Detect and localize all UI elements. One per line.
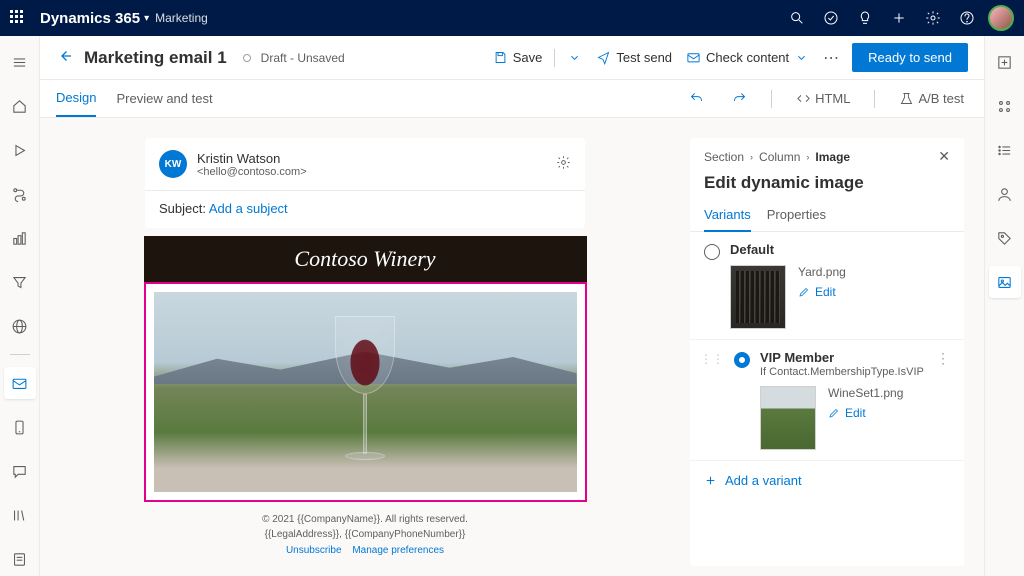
subject-row: Subject: Add a subject [145, 191, 585, 228]
email-logo-bar[interactable]: Contoso Winery [144, 236, 587, 282]
email-icon[interactable] [4, 367, 36, 399]
breadcrumb-section[interactable]: Section [704, 150, 744, 164]
radio-icon[interactable] [734, 352, 750, 368]
top-navigation-bar: Dynamics 365 ▾ Marketing [0, 0, 1024, 36]
subject-label: Subject: [159, 201, 206, 216]
edit-variant-link[interactable]: Edit [828, 406, 903, 420]
redo-icon[interactable] [728, 87, 751, 110]
variant-name: Default [730, 242, 950, 257]
sender-header: KW Kristin Watson <hello@contoso.com> [145, 138, 585, 191]
email-canvas[interactable]: KW Kristin Watson <hello@contoso.com> Su… [60, 138, 670, 566]
page-title: Marketing email 1 [84, 48, 227, 68]
email-footer: © 2021 {{CompanyName}}. All rights reser… [262, 512, 468, 542]
panel-title: Edit dynamic image [690, 167, 964, 201]
dynamic-image-block[interactable] [144, 282, 587, 502]
status-text: Draft - Unsaved [261, 51, 345, 65]
panel-tab-properties[interactable]: Properties [767, 201, 826, 231]
settings-gear-icon[interactable] [916, 0, 950, 36]
variant-thumbnail[interactable] [760, 386, 816, 450]
tag-icon[interactable] [989, 222, 1021, 254]
properties-panel: Section› Column› Image ✕ Edit dynamic im… [690, 138, 964, 566]
chat-icon[interactable] [4, 455, 36, 487]
chevron-down-icon[interactable]: ▾ [144, 13, 149, 24]
filter-icon[interactable] [4, 266, 36, 298]
check-content-button[interactable]: Check content [684, 46, 811, 69]
bulb-icon[interactable] [848, 0, 882, 36]
list-icon[interactable] [989, 134, 1021, 166]
radio-icon[interactable] [704, 244, 720, 260]
components-icon[interactable] [989, 90, 1021, 122]
variant-vip[interactable]: ⋮⋮ VIP Member If Contact.MembershipType.… [690, 340, 964, 461]
undo-icon[interactable] [685, 87, 708, 110]
add-icon[interactable] [882, 0, 916, 36]
variant-more-icon[interactable]: ⋮ [936, 350, 950, 367]
app-launcher-icon[interactable] [10, 10, 26, 26]
add-variant-button[interactable]: Add a variant [690, 461, 964, 500]
library-icon[interactable] [4, 499, 36, 531]
breadcrumb-column[interactable]: Column [759, 150, 800, 164]
variant-filename: Yard.png [798, 265, 846, 279]
ab-test-button[interactable]: A/B test [895, 87, 968, 110]
sender-settings-icon[interactable] [556, 155, 571, 173]
left-navigation-rail [0, 36, 40, 576]
back-arrow-icon[interactable] [56, 47, 74, 68]
more-button[interactable]: ⋯ [821, 44, 842, 72]
sender-avatar: KW [159, 150, 187, 178]
close-panel-icon[interactable]: ✕ [938, 148, 950, 165]
module-name[interactable]: Marketing [155, 11, 208, 25]
unsubscribe-link[interactable]: Unsubscribe [286, 545, 342, 556]
wine-glass-image [335, 316, 395, 486]
status-indicator-icon [243, 54, 251, 62]
task-icon[interactable] [814, 0, 848, 36]
tab-bar: Design Preview and test HTML A/B test [40, 80, 984, 118]
play-icon[interactable] [4, 134, 36, 166]
sender-name: Kristin Watson [197, 151, 307, 166]
variant-default[interactable]: Default Yard.png Edit [690, 232, 964, 340]
test-send-button[interactable]: Test send [594, 46, 674, 69]
command-bar: Marketing email 1 Draft - Unsaved Save T… [40, 36, 984, 80]
tab-design[interactable]: Design [56, 80, 96, 117]
variant-thumbnail[interactable] [730, 265, 786, 329]
variant-condition: If Contact.MembershipType.IsVIP [760, 366, 926, 378]
tab-preview[interactable]: Preview and test [116, 81, 212, 116]
search-icon[interactable] [780, 0, 814, 36]
analytics-icon[interactable] [4, 222, 36, 254]
ready-to-send-button[interactable]: Ready to send [852, 43, 968, 72]
right-rail [984, 36, 1024, 576]
product-brand[interactable]: Dynamics 365 [40, 10, 140, 27]
user-avatar[interactable] [988, 5, 1014, 31]
variant-name: VIP Member [760, 350, 926, 365]
save-button[interactable]: Save [491, 46, 545, 69]
save-chevron-button[interactable] [565, 46, 584, 69]
person-icon[interactable] [989, 178, 1021, 210]
html-toggle[interactable]: HTML [792, 87, 854, 110]
mobile-icon[interactable] [4, 411, 36, 443]
drag-handle-icon[interactable]: ⋮⋮ [700, 352, 724, 366]
variant-filename: WineSet1.png [828, 386, 903, 400]
sender-email: <hello@contoso.com> [197, 166, 307, 178]
forms-icon[interactable] [4, 543, 36, 575]
help-icon[interactable] [950, 0, 984, 36]
home-icon[interactable] [4, 90, 36, 122]
journeys-icon[interactable] [4, 178, 36, 210]
menu-icon[interactable] [4, 46, 36, 78]
image-icon[interactable] [989, 266, 1021, 298]
panel-tab-variants[interactable]: Variants [704, 201, 751, 232]
breadcrumb-image: Image [815, 150, 850, 164]
add-subject-link[interactable]: Add a subject [209, 201, 288, 216]
edit-variant-link[interactable]: Edit [798, 285, 846, 299]
expand-icon[interactable] [989, 46, 1021, 78]
manage-prefs-link[interactable]: Manage preferences [352, 545, 444, 556]
globe-icon[interactable] [4, 310, 36, 342]
